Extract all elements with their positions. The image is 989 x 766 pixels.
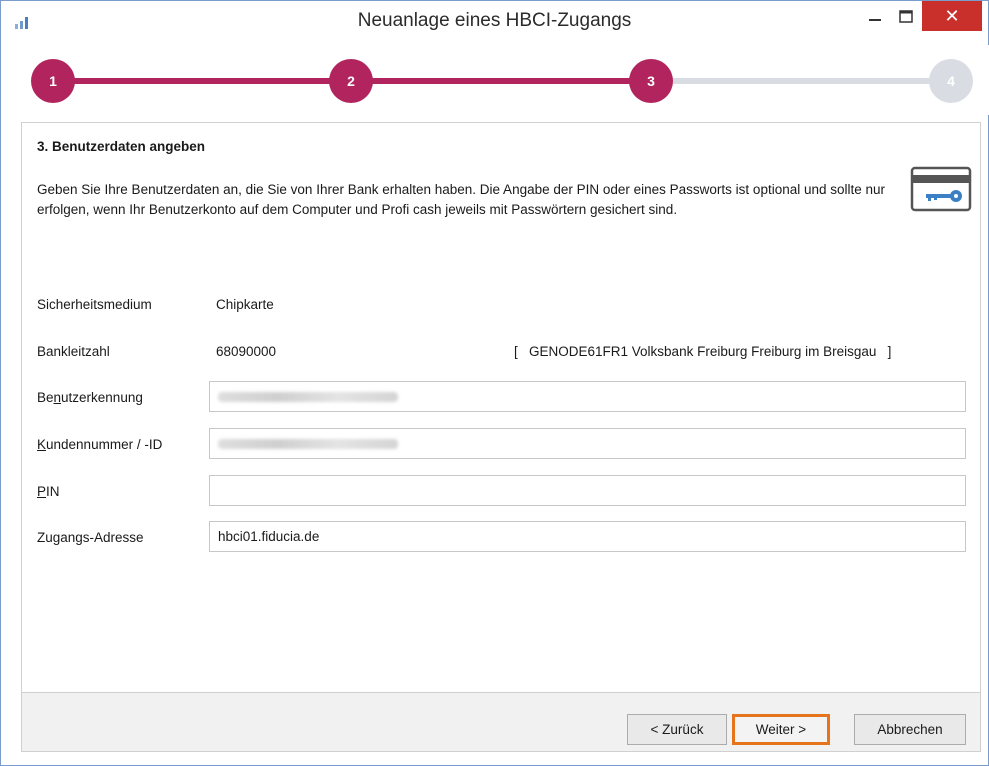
bank-code-label: Bankleitzahl — [37, 344, 110, 359]
dialog-window: Neuanlage eines HBCI-Zugangs ✕ 1 2 3 4 3… — [0, 0, 989, 766]
wizard-stepper: 1 2 3 4 — [1, 45, 989, 115]
section-heading: 3. Benutzerdaten angeben — [37, 139, 206, 154]
security-medium-value: Chipkarte — [216, 297, 274, 312]
maximize-icon[interactable] — [894, 7, 918, 29]
title-bar: Neuanlage eines HBCI-Zugangs ✕ — [1, 1, 988, 41]
pin-label: PIN — [37, 484, 60, 499]
section-description: Geben Sie Ihre Benutzerdaten an, die Sie… — [37, 182, 886, 217]
redacted-value — [218, 391, 398, 402]
bank-info: [ GENODE61FR1 Volksbank Freiburg Freibur… — [514, 344, 892, 359]
security-medium-label: Sicherheitsmedium — [37, 297, 152, 312]
step-connector-2 — [371, 78, 631, 84]
redacted-value — [218, 438, 398, 449]
close-icon[interactable]: ✕ — [922, 1, 982, 31]
step-connector-1 — [73, 78, 333, 84]
bank-code-value: 68090000 — [216, 344, 277, 359]
key-card-icon — [910, 166, 972, 212]
content-panel: 3. Benutzerdaten angeben Geben Sie Ihre … — [21, 122, 981, 692]
pin-input[interactable] — [209, 475, 966, 506]
button-bar: < Zurück Weiter > Abbrechen — [21, 692, 981, 752]
window-title: Neuanlage eines HBCI-Zugangs — [357, 10, 632, 31]
step-2: 2 — [329, 59, 373, 103]
step-3: 3 — [629, 59, 673, 103]
next-button[interactable]: Weiter > — [732, 714, 830, 745]
access-address-input[interactable]: hbci01.fiducia.de — [209, 521, 966, 552]
step-connector-3 — [671, 78, 931, 84]
access-address-label: Zugangs-Adresse — [37, 530, 144, 545]
user-id-input[interactable] — [209, 381, 966, 412]
minimize-icon[interactable] — [863, 7, 887, 29]
customer-id-input[interactable] — [209, 428, 966, 459]
step-1: 1 — [31, 59, 75, 103]
cancel-button[interactable]: Abbrechen — [854, 714, 966, 745]
back-button[interactable]: < Zurück — [627, 714, 727, 745]
step-4: 4 — [929, 59, 973, 103]
customer-id-label: Kundennummer / -ID — [37, 437, 163, 452]
user-id-label: Benutzerkennung — [37, 390, 143, 405]
